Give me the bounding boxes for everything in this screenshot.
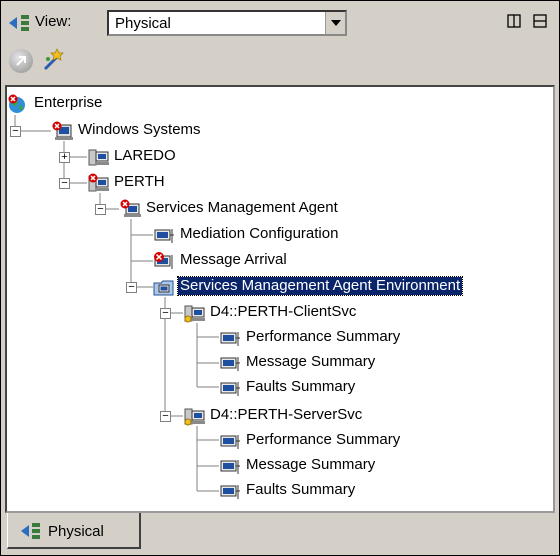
monitor-icon bbox=[154, 252, 173, 269]
computer-icon bbox=[88, 173, 109, 192]
collapse-toggle[interactable]: − bbox=[10, 126, 21, 137]
split-horizontal-icon[interactable] bbox=[533, 14, 547, 28]
tree-node-label: D4::PERTH-ServerSvc bbox=[210, 406, 363, 423]
view-row: View: Physical bbox=[7, 9, 555, 39]
arrow-icon bbox=[16, 56, 26, 66]
back-button[interactable] bbox=[9, 49, 33, 73]
tree-node-label: Faults Summary bbox=[246, 481, 356, 498]
collapse-toggle[interactable]: − bbox=[95, 204, 106, 215]
agent-icon bbox=[120, 199, 141, 217]
toolbar bbox=[7, 47, 555, 77]
tree-node-label: Mediation Configuration bbox=[180, 225, 339, 242]
tab-label: Physical bbox=[48, 523, 104, 540]
monitor-icon bbox=[220, 485, 240, 499]
service-icon bbox=[184, 305, 205, 323]
chevron-down-icon[interactable] bbox=[325, 12, 345, 34]
tree-node-label: Enterprise bbox=[34, 94, 103, 111]
expand-toggle[interactable]: + bbox=[59, 152, 70, 163]
wand-icon[interactable] bbox=[41, 47, 67, 73]
split-vertical-icon[interactable] bbox=[507, 14, 521, 28]
view-dropdown-value: Physical bbox=[115, 15, 171, 32]
tree-node-label: Faults Summary bbox=[246, 378, 356, 395]
collapse-toggle[interactable]: − bbox=[160, 308, 171, 319]
collapse-toggle[interactable]: − bbox=[126, 282, 137, 293]
tree-view: − + − − − − − Enterprise Windows Systems… bbox=[5, 85, 555, 513]
tree-node-label: Windows Systems bbox=[78, 121, 201, 138]
folder-icon bbox=[153, 280, 174, 296]
service-icon bbox=[184, 408, 205, 426]
view-tree-icon bbox=[21, 523, 40, 539]
monitor-icon bbox=[220, 435, 240, 449]
collapse-toggle[interactable]: − bbox=[59, 178, 70, 189]
view-label: View: bbox=[35, 13, 72, 30]
monitor-icon bbox=[220, 357, 240, 371]
tree-node-label: Performance Summary bbox=[246, 431, 401, 448]
collapse-toggle[interactable]: − bbox=[160, 411, 171, 422]
navigator-panel: View: Physical − + − − − − − Enterprise … bbox=[0, 0, 560, 556]
tree-node-label: D4::PERTH-ClientSvc bbox=[210, 303, 357, 320]
tree-node-label: LAREDO bbox=[114, 147, 176, 164]
tree-node-label: Message Arrival bbox=[180, 251, 287, 268]
tab-physical[interactable]: Physical bbox=[7, 513, 141, 549]
monitor-icon bbox=[220, 460, 240, 474]
tree-node-label: Services Management Agent Environment bbox=[176, 276, 464, 296]
computer-icon bbox=[88, 149, 109, 166]
globe-icon bbox=[8, 94, 25, 113]
view-dropdown[interactable]: Physical bbox=[107, 10, 347, 36]
tree-node-label: Message Summary bbox=[246, 456, 376, 473]
tree-node-label: Message Summary bbox=[246, 353, 376, 370]
tree-node-label: Performance Summary bbox=[246, 328, 401, 345]
server-group-icon bbox=[52, 121, 73, 140]
monitor-icon bbox=[220, 382, 240, 396]
view-tree-icon bbox=[9, 15, 29, 31]
tree-node-label: Services Management Agent bbox=[146, 199, 338, 216]
tab-bar: Physical bbox=[5, 513, 555, 553]
tree-node-label: PERTH bbox=[114, 173, 165, 190]
monitor-icon bbox=[220, 332, 240, 346]
monitor-icon bbox=[154, 229, 174, 243]
